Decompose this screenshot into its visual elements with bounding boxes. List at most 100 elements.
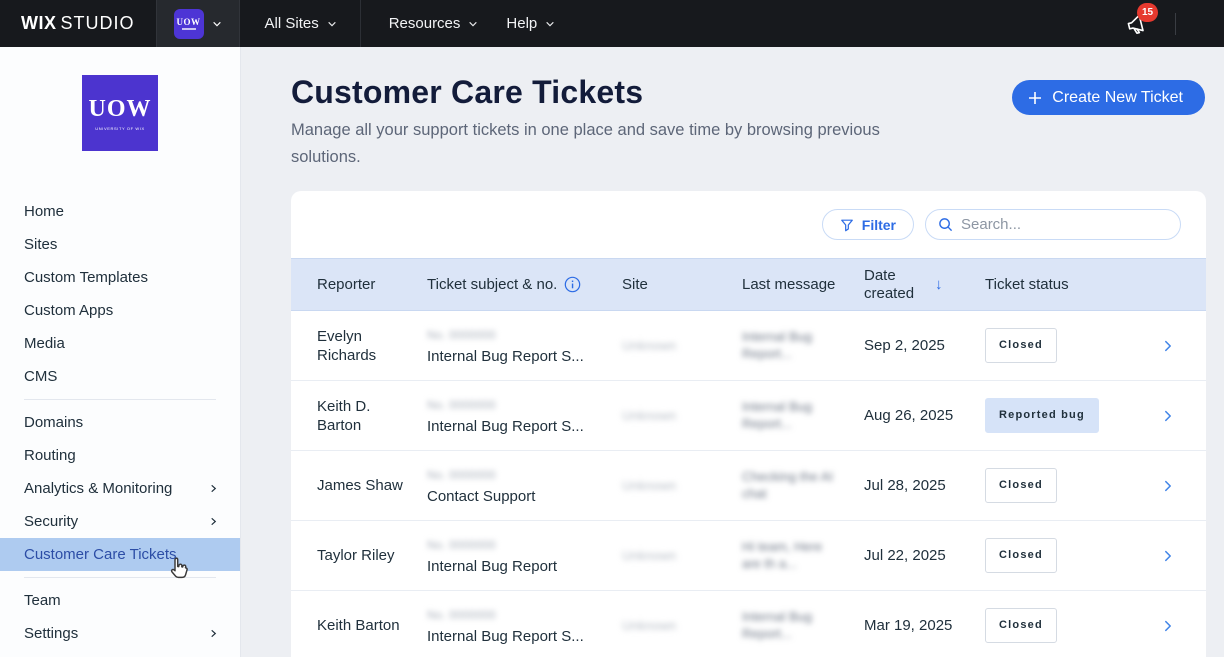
table-row[interactable]: Keith Barton No. 0000000 Internal Bug Re… xyxy=(291,591,1206,657)
sidebar-item-label: Security xyxy=(24,513,209,530)
account-switcher[interactable]: UOW xyxy=(156,0,240,47)
table-toolbar: Filter xyxy=(291,191,1206,258)
search-input[interactable] xyxy=(961,216,1168,233)
sidebar-item-analytics-monitoring[interactable]: Analytics & Monitoring xyxy=(0,472,240,505)
sidebar-item-custom-apps[interactable]: Custom Apps xyxy=(0,294,240,327)
ticket-subject-cell: No. 0000000 Internal Bug Report xyxy=(427,535,622,576)
ticket-subject-cell: No. 0000000 Internal Bug Report S... xyxy=(427,605,622,646)
open-ticket-chevron[interactable] xyxy=(1139,619,1206,633)
column-header-date-created[interactable]: Date created ↓ xyxy=(864,267,985,303)
sidebar-item-sites[interactable]: Sites xyxy=(0,228,240,261)
site-redacted: Unknown xyxy=(622,406,676,425)
sidebar-divider xyxy=(24,577,216,578)
top-menu-all-sites[interactable]: All Sites xyxy=(251,0,351,47)
last-message-redacted: Hi team, Here are th a... xyxy=(742,538,834,572)
search-icon xyxy=(938,217,953,232)
sidebar-item-label: Home xyxy=(24,203,218,220)
ticket-subject-cell: No. 0000000 Contact Support xyxy=(427,465,622,506)
top-menu-help[interactable]: Help xyxy=(492,0,569,47)
wix-studio-logo[interactable]: WIXSTUDIO xyxy=(0,13,156,34)
sidebar-nav: Home SitesCustom Templates Custom Apps Medi… xyxy=(0,195,240,650)
table-body: Evelyn Richards No. 0000000 Internal Bug… xyxy=(291,311,1206,657)
sidebar-item-label: Domains xyxy=(24,414,218,431)
top-menu-resources[interactable]: Resources xyxy=(375,0,493,47)
open-ticket-chevron[interactable] xyxy=(1139,409,1206,423)
ticket-number-redacted: No. 0000000 xyxy=(427,466,496,485)
status-badge: Closed xyxy=(985,538,1057,573)
filter-button[interactable]: Filter xyxy=(822,209,914,240)
sidebar-item-settings[interactable]: Settings xyxy=(0,617,240,650)
status-badge: Closed xyxy=(985,468,1057,503)
wix-logo-text: WIX xyxy=(21,13,57,33)
chevron-down-icon xyxy=(545,19,555,29)
chevron-down-icon xyxy=(327,19,337,29)
ticket-status-cell: Closed xyxy=(985,468,1139,503)
workspace-logo[interactable]: UOW UNIVERSITY OF WIX xyxy=(82,75,158,151)
sidebar-item-label: Team xyxy=(24,592,218,609)
ticket-subject-cell: No. 0000000 Internal Bug Report S... xyxy=(427,395,622,436)
sidebar-item-home[interactable]: Home xyxy=(0,195,240,228)
top-menu: All Sites Resources Help xyxy=(240,0,570,47)
sidebar-item-label: Media xyxy=(24,335,218,352)
ticket-number-redacted: No. 0000000 xyxy=(427,536,496,555)
last-message-redacted: Internal Bug Report... xyxy=(742,398,834,432)
sidebar-item-label: Routing xyxy=(24,447,218,464)
site-cell: Unknown xyxy=(622,406,742,425)
sidebar: UOW UNIVERSITY OF WIX Home SitesCustom Te… xyxy=(0,47,241,657)
filter-funnel-icon xyxy=(840,218,854,232)
page-title: Customer Care Tickets xyxy=(291,74,643,111)
last-message-cell: Checking the AI chat xyxy=(742,468,864,503)
last-message-cell: Internal Bug Report... xyxy=(742,398,864,433)
reporter-cell: Keith Barton xyxy=(317,616,427,635)
table-row[interactable]: Evelyn Richards No. 0000000 Internal Bug… xyxy=(291,311,1206,381)
sidebar-item-custom-templates[interactable]: Custom Templates xyxy=(0,261,240,294)
date-created-cell: Aug 26, 2025 xyxy=(864,406,985,425)
sidebar-item-routing[interactable]: Routing xyxy=(0,439,240,472)
search-box xyxy=(925,209,1181,240)
chevron-right-icon xyxy=(209,484,218,493)
sidebar-item-label: Analytics & Monitoring xyxy=(24,480,209,497)
sidebar-item-domains[interactable]: Domains xyxy=(0,406,240,439)
ticket-subject-text: Internal Bug Report S... xyxy=(427,347,612,366)
table-row[interactable]: James Shaw No. 0000000 Contact Support U… xyxy=(291,451,1206,521)
sidebar-item-team[interactable]: Team xyxy=(0,584,240,617)
sidebar-item-customer-care-tickets[interactable]: Customer Care Tickets xyxy=(0,538,240,571)
top-menu-label: Help xyxy=(506,15,537,32)
column-header-site[interactable]: Site xyxy=(622,276,742,294)
table-row[interactable]: Keith D. Barton No. 0000000 Internal Bug… xyxy=(291,381,1206,451)
top-menu-label: Resources xyxy=(389,15,461,32)
ticket-subject-text: Internal Bug Report S... xyxy=(427,627,612,646)
last-message-redacted: Internal Bug Report... xyxy=(742,608,834,642)
sidebar-item-label: Customer Care Tickets xyxy=(24,546,218,563)
open-ticket-chevron[interactable] xyxy=(1139,339,1206,353)
notifications-button[interactable]: 15 xyxy=(1125,11,1151,37)
date-created-cell: Mar 19, 2025 xyxy=(864,616,985,635)
column-header-reporter[interactable]: Reporter xyxy=(317,276,427,294)
main-content: Customer Care Tickets Manage all your su… xyxy=(241,47,1224,657)
chevron-right-icon xyxy=(209,629,218,638)
create-new-ticket-button[interactable]: Create New Ticket xyxy=(1012,80,1205,115)
sidebar-item-cms[interactable]: CMS xyxy=(0,360,240,393)
table-row[interactable]: Taylor Riley No. 0000000 Internal Bug Re… xyxy=(291,521,1206,591)
column-header-ticket-subject[interactable]: Ticket subject & no. xyxy=(427,276,622,294)
open-ticket-chevron[interactable] xyxy=(1139,549,1206,563)
column-header-last-message[interactable]: Last message xyxy=(742,276,864,294)
ticket-status-cell: Closed xyxy=(985,328,1139,363)
table-header-row: Reporter Ticket subject & no. Site Last … xyxy=(291,258,1206,311)
account-initials: UOW xyxy=(177,17,201,27)
info-icon[interactable] xyxy=(564,276,581,293)
site-cell: Unknown xyxy=(622,476,742,495)
column-header-ticket-status[interactable]: Ticket status xyxy=(985,276,1139,294)
sort-descending-icon[interactable]: ↓ xyxy=(935,276,943,294)
open-ticket-chevron[interactable] xyxy=(1139,479,1206,493)
chevron-right-icon xyxy=(1161,409,1175,423)
sidebar-item-media[interactable]: Media xyxy=(0,327,240,360)
sidebar-item-label: Custom Apps xyxy=(24,302,218,319)
chevron-right-icon xyxy=(1161,619,1175,633)
sidebar-item-security[interactable]: Security xyxy=(0,505,240,538)
site-redacted: Unknown xyxy=(622,336,676,355)
site-cell: Unknown xyxy=(622,336,742,355)
last-message-redacted: Internal Bug Report... xyxy=(742,328,834,362)
last-message-redacted: Checking the AI chat xyxy=(742,468,834,502)
chevron-right-icon xyxy=(1161,549,1175,563)
